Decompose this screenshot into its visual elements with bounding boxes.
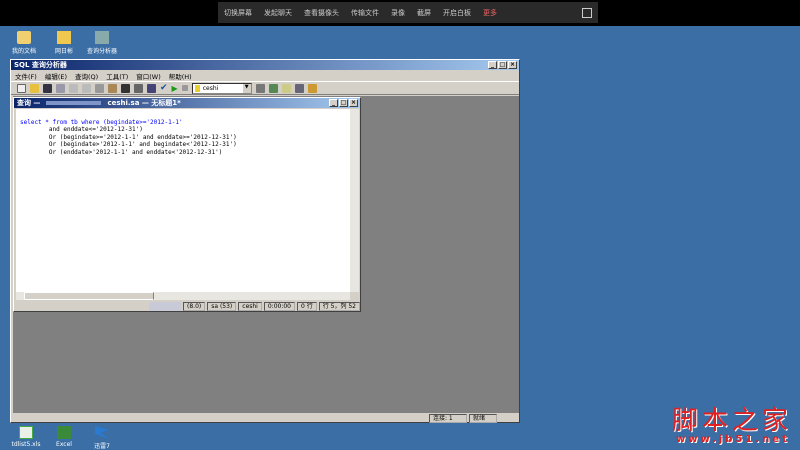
stop-icon[interactable] (181, 85, 188, 91)
status-time: 0:00:00 (263, 302, 295, 311)
icon-label: 查询分析器 (86, 48, 117, 55)
status-user: sa (53) (207, 302, 237, 311)
find-icon[interactable] (121, 83, 130, 93)
sql-line: Or (enddate>'2012-1-1' and enddate<'2012… (20, 148, 223, 156)
camera-button[interactable]: 查看摄像头 (304, 8, 339, 18)
sql-line: Or (begindate>'2012-1-1' and begindate<'… (20, 141, 237, 148)
horizontal-scrollbar[interactable] (16, 292, 350, 300)
copy-icon[interactable] (82, 83, 91, 93)
toolbar: ✔ ▶ ceshi ▼ (11, 81, 519, 95)
status-version: (8.0) (183, 302, 206, 311)
sql-line: Or (begindate>='2012-1-1' and enddate>='… (20, 133, 237, 141)
query-status-bar: (8.0) sa (53) ceshi 0:00:00 0 行 行 5，列 52 (149, 302, 361, 311)
results-pane-icon[interactable] (307, 83, 317, 93)
screenshot-button[interactable]: 截屏 (417, 8, 431, 18)
status-position: 行 5，列 52 (318, 302, 361, 311)
execute-icon[interactable]: ▶ (172, 84, 178, 93)
thunder-icon (95, 426, 109, 439)
transfer-file-button[interactable]: 传输文件 (351, 8, 379, 18)
object-browser-icon[interactable] (268, 83, 278, 93)
chevron-down-icon[interactable]: ▼ (242, 83, 251, 93)
blurred-server (46, 101, 102, 105)
excel-icon (57, 426, 71, 439)
query-analyzer-icon (95, 31, 109, 44)
new-query-icon[interactable] (17, 83, 26, 93)
object-search-icon[interactable] (281, 83, 291, 93)
sql-line: and enddate<='2012-12-31') (20, 126, 143, 133)
query-title-prefix: 查询 — (17, 99, 41, 107)
menu-bar: 文件(F) 编辑(E) 查询(Q) 工具(T) 窗口(W) 帮助(H) (11, 70, 519, 81)
minimize-button[interactable]: _ (329, 99, 338, 107)
query-title: ceshi.sa — 无标题1* (107, 99, 181, 107)
watermark-logo: 脚本之家 (672, 406, 793, 436)
query-window: 查询 — ceshi.sa — 无标题1* _ □ × select * from t… (13, 97, 361, 312)
switch-screen-button[interactable]: 切换屏幕 (224, 8, 252, 18)
paste-icon[interactable] (95, 83, 104, 93)
menu-edit[interactable]: 编辑(E) (45, 71, 67, 81)
maximize-button[interactable]: □ (339, 99, 348, 107)
folder-icon (57, 31, 71, 44)
folder-icon (17, 31, 31, 44)
desktop-icon-thunder[interactable]: 迅雷7 (80, 426, 124, 450)
app-status-bar: 连接: 1 就绪 (429, 414, 497, 423)
status-db: ceshi (238, 302, 262, 311)
database-value: ceshi (202, 84, 219, 92)
results-mode-icon[interactable] (147, 83, 156, 93)
close-button[interactable]: × (508, 61, 517, 69)
cut-icon[interactable] (69, 83, 78, 93)
menu-tools[interactable]: 工具(T) (106, 71, 128, 81)
status-connections: 连接: 1 (429, 414, 467, 423)
whiteboard-button[interactable]: 开启白板 (443, 8, 471, 18)
save-icon[interactable] (43, 83, 52, 93)
fullscreen-icon[interactable] (582, 7, 592, 18)
load-script-icon[interactable] (56, 83, 65, 93)
app-title: SQL 查询分析器 (14, 61, 67, 69)
icon-label: 我的文档 (11, 48, 36, 55)
menu-window[interactable]: 窗口(W) (136, 71, 161, 81)
maximize-button[interactable]: □ (498, 61, 507, 69)
close-button[interactable]: × (349, 99, 358, 107)
vertical-scrollbar[interactable] (350, 109, 359, 292)
clear-window-icon[interactable] (108, 83, 117, 93)
record-button[interactable]: 录像 (391, 8, 405, 18)
database-select[interactable]: ceshi ▼ (191, 82, 252, 94)
query-analyzer-window: SQL 查询分析器 _ □ × 文件(F) 编辑(E) 查询(Q) 工具(T) 窗口… (10, 59, 520, 423)
chat-button[interactable]: 发起聊天 (264, 8, 292, 18)
icon-label: 迅雷7 (94, 443, 110, 450)
parse-check-icon[interactable]: ✔ (160, 83, 168, 93)
status-rows: 0 行 (297, 302, 317, 311)
status-ready: 就绪 (469, 414, 497, 423)
database-icon (194, 84, 200, 92)
options-icon[interactable] (294, 83, 304, 93)
menu-file[interactable]: 文件(F) (15, 71, 37, 81)
query-title-bar: 查询 — ceshi.sa — 无标题1* _ □ × (14, 98, 360, 108)
excel-file-icon (19, 426, 33, 439)
scroll-thumb[interactable] (24, 292, 154, 300)
more-button[interactable]: 更多 (483, 8, 497, 18)
watermark-url: www.jb51.net (676, 434, 790, 445)
sql-editor[interactable]: select * from tb where (begindate>='2012… (16, 109, 350, 292)
desktop-icon-my-documents[interactable]: 我的文档 (2, 31, 46, 55)
sql-line: select * from tb where (begindate>='2012… (20, 118, 183, 126)
app-title-bar: SQL 查询分析器 _ □ × (11, 60, 519, 70)
menu-help[interactable]: 帮助(H) (169, 71, 192, 81)
estimated-plan-icon[interactable] (255, 83, 265, 93)
blurred-server (149, 302, 181, 311)
minimize-button[interactable]: _ (488, 61, 497, 69)
remote-toolbar: 切换屏幕 发起聊天 查看摄像头 传输文件 录像 截屏 开启白板 更多 (0, 0, 800, 26)
desktop-icon-query-analyzer[interactable]: 查询分析器 (80, 31, 124, 55)
mdi-client-area: 查询 — ceshi.sa — 无标题1* _ □ × select * from t… (13, 96, 519, 413)
undo-icon[interactable] (134, 83, 143, 93)
menu-query[interactable]: 查询(Q) (75, 71, 98, 81)
open-icon[interactable] (30, 83, 39, 93)
